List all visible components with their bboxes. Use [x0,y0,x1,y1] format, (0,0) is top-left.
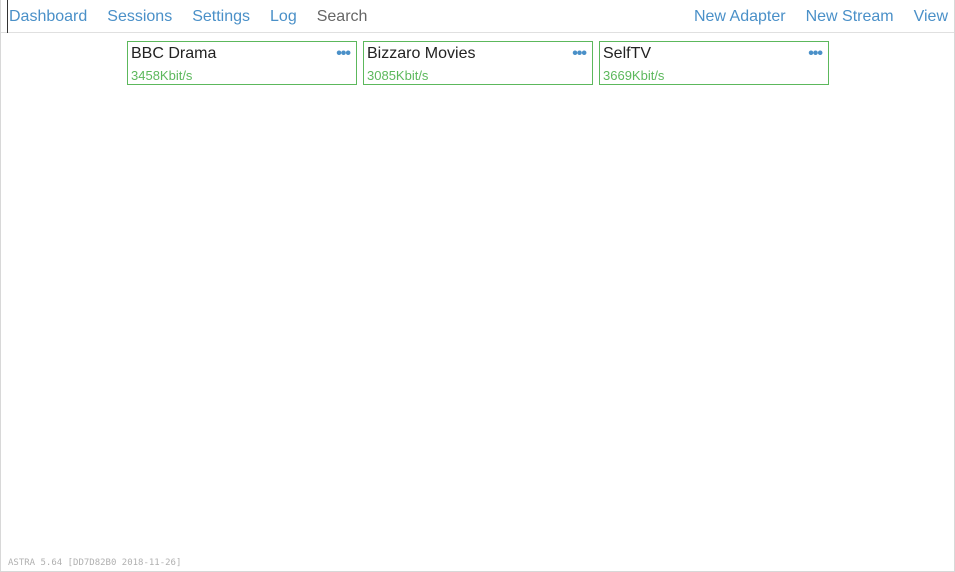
nav-search[interactable]: Search [317,0,368,33]
stream-name: SelfTV [603,45,652,62]
stream-name: BBC Drama [131,45,217,62]
stream-bitrate: 3085Kbit/s [367,68,429,83]
nav-view[interactable]: View [914,0,948,33]
nav-right-group: New Adapter New Stream View [674,0,948,33]
stream-tiles: BBC Drama ••• 3458Kbit/s Bizzaro Movies … [127,41,835,85]
nav-log[interactable]: Log [270,0,297,33]
nav-new-adapter[interactable]: New Adapter [694,0,786,33]
stream-tile-bbc-drama[interactable]: BBC Drama ••• 3458Kbit/s [127,41,357,85]
app-frame: Dashboard Sessions Settings Log Search N… [0,0,955,572]
nav-settings[interactable]: Settings [192,0,250,33]
stream-bitrate: 3458Kbit/s [131,68,193,83]
nav-dashboard[interactable]: Dashboard [7,0,87,33]
stream-tile-selftv[interactable]: SelfTV ••• 3669Kbit/s [599,41,829,85]
nav-new-stream[interactable]: New Stream [806,0,894,33]
top-navbar: Dashboard Sessions Settings Log Search N… [1,0,954,33]
nav-sessions[interactable]: Sessions [107,0,172,33]
stream-tile-bizzaro-movies[interactable]: Bizzaro Movies ••• 3085Kbit/s [363,41,593,85]
stream-name: Bizzaro Movies [367,45,476,62]
ellipsis-icon[interactable]: ••• [336,45,351,63]
ellipsis-icon[interactable]: ••• [572,45,587,63]
ellipsis-icon[interactable]: ••• [808,45,823,63]
stream-bitrate: 3669Kbit/s [603,68,665,83]
nav-left-group: Dashboard Sessions Settings Log Search [7,0,387,33]
version-label: ASTRA 5.64 [DD7D82B0 2018-11-26] [8,558,182,568]
